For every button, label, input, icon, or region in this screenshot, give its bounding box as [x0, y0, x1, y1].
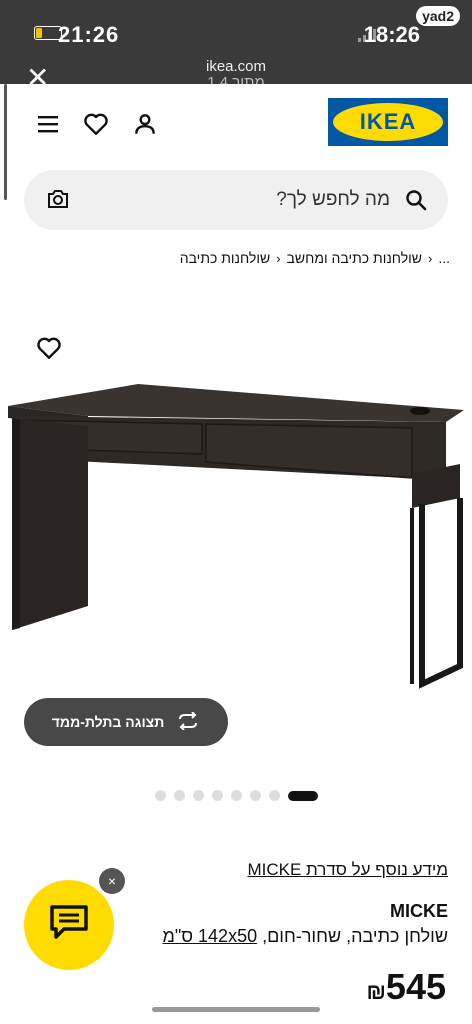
view-3d-label: תצוגה בתלת-ממד — [51, 714, 165, 730]
breadcrumb-item-desks[interactable]: שולחנות כתיבה — [180, 250, 270, 266]
view-3d-button[interactable]: תצוגה בתלת-ממד — [24, 698, 228, 746]
logo-text: IKEA — [333, 103, 443, 141]
carousel-dots — [0, 790, 472, 801]
product-size-link[interactable]: 142x50 ס"מ — [162, 926, 257, 946]
page-url: ikea.com — [205, 58, 267, 75]
camera-icon[interactable] — [46, 188, 70, 215]
favorite-heart-icon[interactable] — [36, 336, 62, 365]
carousel-dot[interactable] — [173, 790, 185, 801]
breadcrumb: ... ‹ שולחנות כתיבה ומחשב ‹ שולחנות כתיב… — [180, 250, 450, 266]
search-bar[interactable]: מה לחפש לך? — [24, 170, 448, 230]
chevron-left-icon: ‹ — [427, 250, 433, 266]
product-desc-text: שולחן כתיבה, שחור-חום, — [257, 926, 448, 946]
search-icon[interactable] — [404, 188, 428, 217]
page-count: 1 מתוך 4 — [207, 74, 265, 84]
carousel-dot[interactable] — [211, 790, 223, 801]
rotate-3d-icon — [176, 710, 200, 733]
home-indicator[interactable] — [152, 1007, 320, 1012]
breadcrumb-item-desks-computer[interactable]: שולחנות כתיבה ומחשב — [287, 250, 422, 266]
chat-button[interactable] — [24, 880, 114, 970]
yad2-badge: yad2 — [416, 6, 460, 26]
account-icon[interactable] — [131, 110, 159, 138]
product-description: שולחן כתיבה, שחור-חום, 142x50 ס"מ — [162, 926, 448, 947]
price-value: 545 — [385, 966, 446, 1007]
ikea-logo[interactable]: IKEA — [328, 98, 448, 146]
chat-bubble-icon — [48, 903, 90, 948]
product-image[interactable] — [8, 378, 466, 690]
product-name: MICKE — [390, 901, 448, 921]
carousel-dot[interactable] — [268, 790, 280, 801]
carousel-dot[interactable] — [154, 790, 166, 801]
status-time-right: 18:26 — [363, 22, 420, 47]
chat-close-button[interactable]: × — [99, 868, 125, 894]
scrollbar[interactable] — [4, 84, 7, 200]
price-currency: ₪ — [366, 979, 386, 1004]
status-bar: 21:26 18:26 yad2 ikea.com 1 מתוך 4 ✕ — [0, 0, 472, 92]
chevron-left-icon: ‹ — [276, 250, 281, 266]
carousel-dot[interactable] — [192, 790, 204, 801]
breadcrumb-ellipsis[interactable]: ... — [438, 250, 450, 266]
carousel-dot[interactable] — [249, 790, 261, 801]
carousel-dot-active[interactable] — [287, 790, 318, 801]
status-time-left: 21:26 — [58, 22, 120, 47]
product-price: ₪545 — [366, 966, 446, 1008]
search-input[interactable]: מה לחפש לך? — [276, 189, 390, 211]
series-info-link[interactable]: מידע נוסף על סדרת MICKE — [247, 860, 448, 880]
wishlist-heart-icon[interactable] — [82, 110, 110, 138]
menu-icon[interactable] — [34, 110, 62, 138]
carousel-dot[interactable] — [230, 790, 242, 801]
